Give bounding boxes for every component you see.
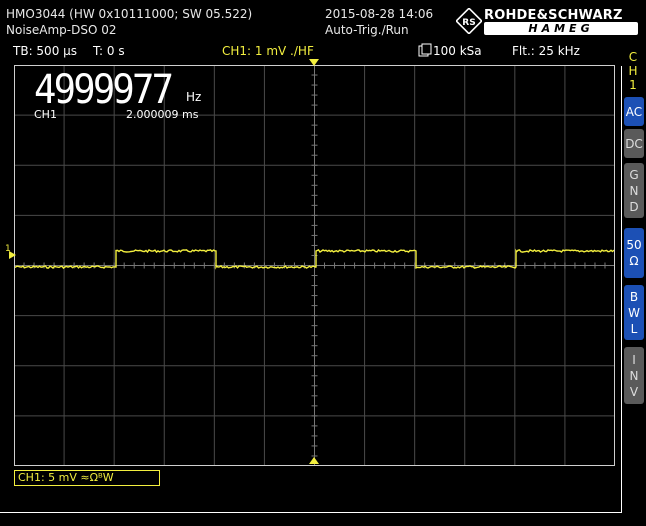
invert-key[interactable]: INV — [624, 347, 644, 404]
gnd-coupling-key[interactable]: GND — [624, 163, 644, 218]
50-ohm-key[interactable]: 50 Ω — [624, 228, 644, 278]
trigger-time[interactable]: T: 0 s — [93, 44, 125, 58]
device-model: HMO3044 (HW 0x10111000; SW 05.522) — [6, 7, 253, 21]
dc-coupling-key[interactable]: DC — [624, 129, 644, 158]
channel-setting[interactable]: CH1: 1 mV ./HF — [222, 44, 314, 58]
soft-key-label: B — [629, 289, 639, 304]
svg-text:RS: RS — [462, 18, 475, 28]
filter-setting[interactable]: Flt.: 25 kHz — [512, 44, 580, 58]
ac-coupling-key[interactable]: AC — [624, 97, 644, 126]
screen-frame — [14, 65, 615, 466]
soft-key-label: W — [628, 305, 640, 320]
channel-level-icon — [9, 251, 16, 259]
side-divider — [621, 66, 622, 512]
side-channel-char: 1 — [629, 78, 637, 92]
rs-diamond-icon: RS — [456, 8, 482, 34]
channel-info-box[interactable]: CH1: 5 mV ≈ΩᴮW — [14, 470, 160, 486]
sample-rate: 100 kSa — [433, 44, 482, 58]
trigger-position-top-icon — [309, 59, 319, 66]
brand-name: ROHDE&SCHWARZ — [484, 8, 623, 23]
side-menu-channel: C H 1 — [623, 50, 643, 92]
soft-key-label: G — [629, 167, 639, 182]
trigger-mode: Auto-Trig./Run — [325, 23, 409, 37]
soft-key-label: DC — [625, 136, 643, 151]
datetime: 2015-08-28 14:06 — [325, 7, 434, 21]
side-channel-char: C — [628, 50, 638, 64]
soft-key-label: I — [632, 352, 636, 367]
soft-key-label: L — [630, 321, 638, 336]
sub-brand-name: HAMEG — [484, 22, 638, 35]
timebase[interactable]: TB: 500 µs — [13, 44, 77, 58]
soft-key-label: N — [629, 368, 639, 383]
measurement-channel: CH1 — [34, 108, 57, 121]
bottom-divider — [0, 512, 622, 513]
soft-key-label: Ω — [629, 254, 639, 268]
soft-key-label: D — [629, 199, 639, 214]
brand-logo: RS ROHDE&SCHWARZ HAMEG — [454, 6, 642, 36]
soft-key-label: V — [629, 384, 639, 399]
frequency-unit: Hz — [186, 90, 202, 104]
frequency-value: 4999977 — [34, 67, 174, 113]
soft-key-label: AC — [625, 104, 643, 119]
soft-key-label: 50 — [626, 238, 642, 252]
status-bar: TB: 500 µs T: 0 s CH1: 1 mV ./HF 100 kSa… — [0, 42, 622, 60]
bandwidth-limit-key[interactable]: BWL — [624, 285, 644, 340]
side-channel-char: H — [628, 64, 638, 78]
device-name: NoiseAmp-DSO 02 — [6, 23, 117, 37]
memory-icon — [418, 43, 432, 60]
period-value: 2.000009 ms — [126, 108, 199, 121]
trigger-position-bottom-icon — [309, 457, 319, 464]
soft-key-label: N — [629, 183, 639, 198]
